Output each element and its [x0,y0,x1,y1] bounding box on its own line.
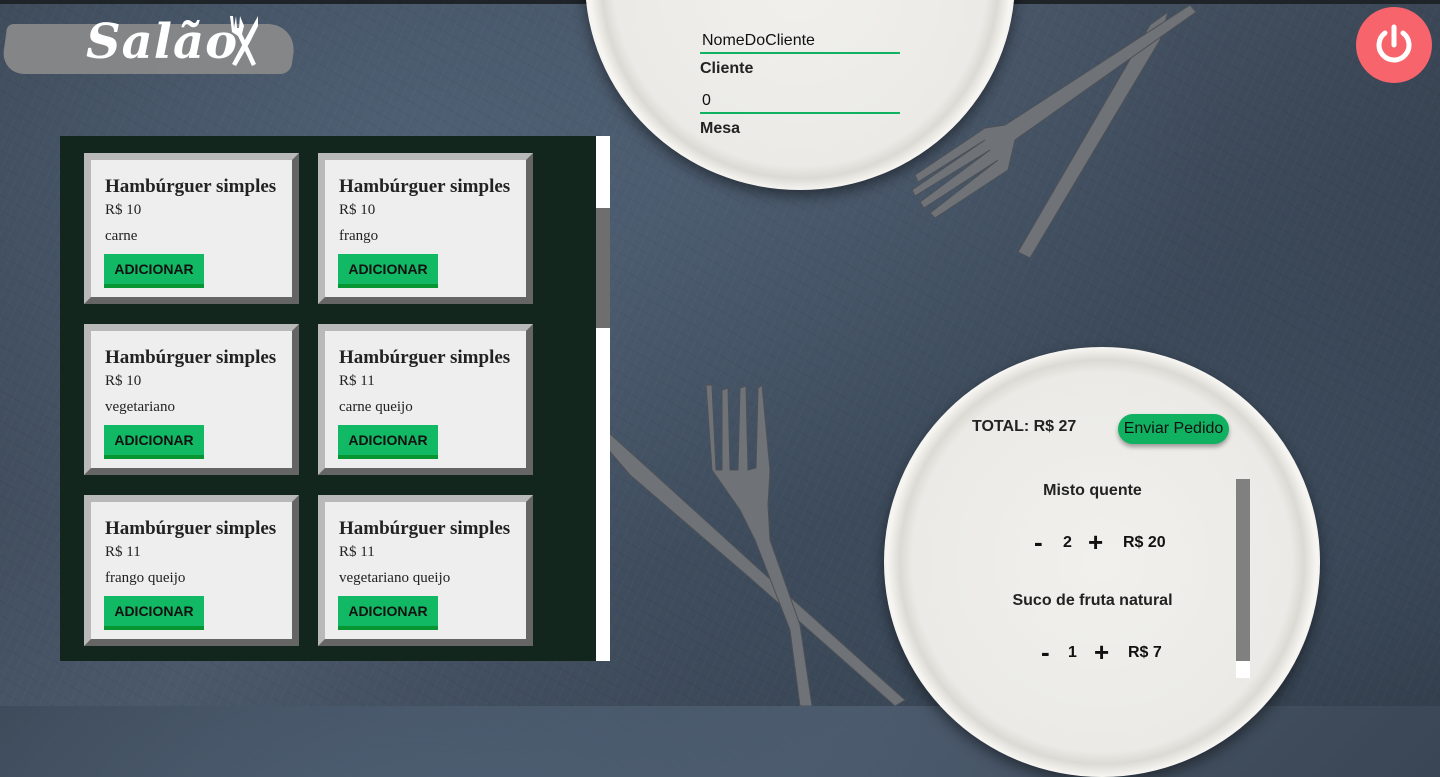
menu-item-name: Hambúrguer simples [339,176,511,197]
menu-item-price: R$ 11 [339,544,375,560]
increase-quantity-button[interactable]: + [1094,639,1109,665]
menu-item-name: Hambúrguer simples [339,347,511,368]
add-item-button[interactable]: ADICIONAR [104,425,204,459]
order-scrollbar-thumb[interactable] [1236,479,1250,661]
add-item-button[interactable]: ADICIONAR [104,596,204,630]
menu-item-name: Hambúrguer simples [105,518,277,539]
client-name-label: Cliente [700,60,754,77]
menu-card: Hambúrguer simples R$ 10 carne ADICIONAR [84,153,299,304]
table-number-label: Mesa [700,120,741,137]
app-logo: Salão [0,10,298,82]
order-item-controls: - 2 + R$ 20 [990,529,1195,556]
add-item-button[interactable]: ADICIONAR [338,254,438,288]
order-item-price: R$ 20 [1123,534,1166,551]
menu-panel: Hambúrguer simples R$ 10 carne ADICIONAR… [60,136,610,661]
menu-item-name: Hambúrguer simples [339,518,511,539]
menu-card: Hambúrguer simples R$ 11 vegetariano que… [318,495,533,646]
menu-item-price: R$ 10 [339,202,376,218]
order-item-quantity: 2 [1063,534,1072,551]
order-item-price: R$ 7 [1128,644,1162,661]
order-total: TOTAL: R$ 27 [972,418,1077,435]
order-item: Misto quente - 2 + R$ 20 [990,482,1195,555]
menu-item-name: Hambúrguer simples [105,176,277,197]
menu-item-description: vegetariano queijo [339,570,451,586]
menu-item-price: R$ 10 [105,202,142,218]
bottom-plate [884,347,1320,777]
fork-knife-icon [230,16,258,66]
menu-item-name: Hambúrguer simples [105,347,277,368]
logo-text: Salão [86,14,239,70]
menu-item-price: R$ 10 [105,373,142,389]
menu-item-description: vegetariano [105,399,175,415]
increase-quantity-button[interactable]: + [1088,529,1103,555]
order-item: Suco de fruta natural - 1 + R$ 7 [990,592,1195,665]
decrease-quantity-button[interactable]: - [1034,529,1043,555]
menu-item-description: carne queijo [339,399,413,415]
client-name-input[interactable] [700,30,900,54]
order-item-name: Misto quente [1043,482,1142,499]
add-item-button[interactable]: ADICIONAR [338,596,438,630]
power-icon [1376,24,1412,63]
table-number-input[interactable] [700,90,900,114]
menu-item-price: R$ 11 [105,544,141,560]
add-item-button[interactable]: ADICIONAR [338,425,438,459]
menu-item-description: carne [105,228,138,244]
table-field-group: Mesa [700,90,900,138]
order-item-controls: - 1 + R$ 7 [990,639,1195,666]
menu-item-description: frango queijo [105,570,186,586]
menu-scrollbar-thumb[interactable] [596,208,610,328]
menu-card: Hambúrguer simples R$ 11 frango queijo A… [84,495,299,646]
client-field-group: Cliente [700,30,900,78]
order-item-quantity: 1 [1068,644,1077,661]
menu-card: Hambúrguer simples R$ 10 vegetariano ADI… [84,324,299,475]
decrease-quantity-button[interactable]: - [1041,639,1050,665]
order-item-name: Suco de fruta natural [1012,592,1173,609]
menu-item-description: frango [339,228,379,244]
add-item-button[interactable]: ADICIONAR [104,254,204,288]
logout-power-button[interactable] [1356,7,1432,83]
menu-card: Hambúrguer simples R$ 11 carne queijo AD… [318,324,533,475]
menu-item-price: R$ 11 [339,373,375,389]
send-order-button[interactable]: Enviar Pedido [1118,414,1229,444]
menu-card: Hambúrguer simples R$ 10 frango ADICIONA… [318,153,533,304]
